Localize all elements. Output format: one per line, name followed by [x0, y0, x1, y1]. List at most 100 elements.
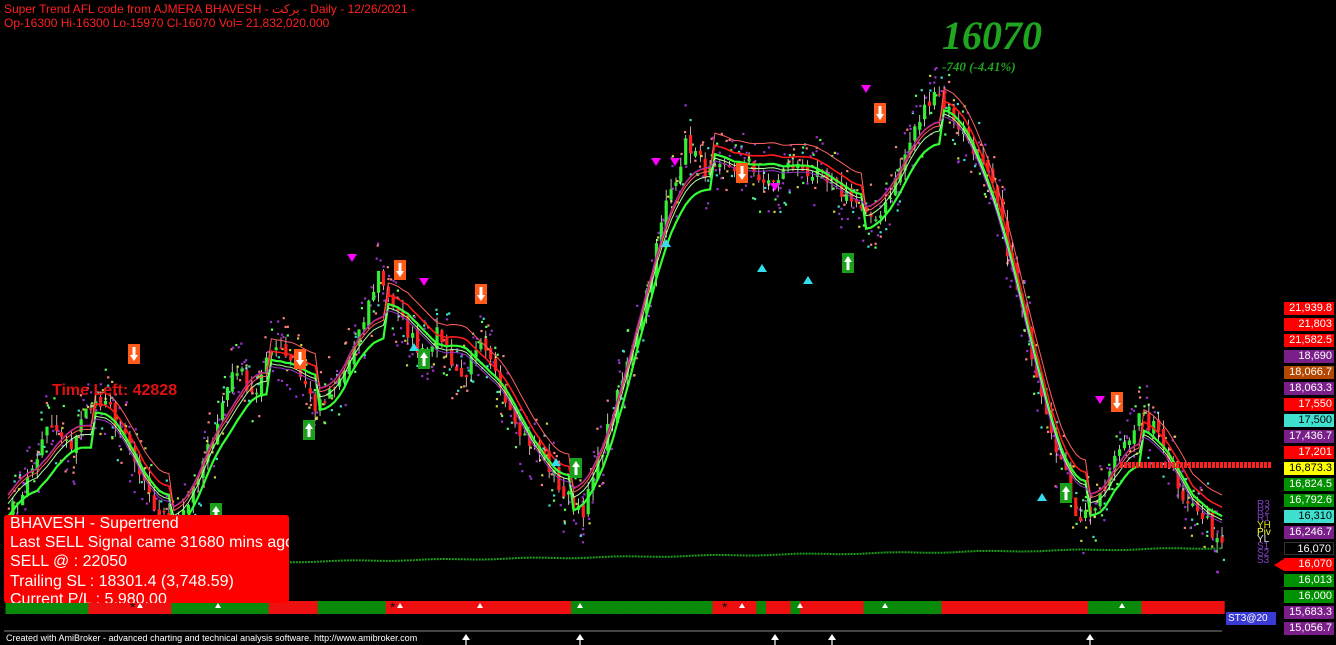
trend-bar-segment — [532, 601, 538, 614]
scatter-dot — [726, 170, 729, 173]
scatter-dot — [72, 471, 75, 474]
trend-bar-segment — [956, 601, 962, 614]
trend-bar-segment — [658, 601, 665, 614]
scatter-dot — [7, 507, 10, 510]
scatter-dot — [445, 373, 448, 377]
candle-body — [918, 122, 922, 130]
scatter-dot — [656, 236, 660, 239]
scatter-dot — [394, 281, 398, 284]
scatter-dot — [676, 179, 679, 183]
scatter-dot — [579, 479, 582, 482]
scatter-dot — [707, 202, 710, 205]
scatter-dot — [984, 143, 987, 146]
scatter-dot — [248, 365, 251, 368]
scatter-dot — [718, 151, 721, 154]
scatter-dot — [1106, 467, 1109, 470]
scatter-dot — [876, 234, 880, 237]
info-title: BHAVESH - Supertrend — [10, 515, 179, 532]
scatter-dot — [879, 231, 882, 234]
scatter-dot — [821, 142, 824, 145]
scatter-dot — [856, 189, 859, 192]
scatter-dot — [266, 350, 270, 354]
scatter-dot — [788, 189, 791, 192]
scatter-dot — [952, 99, 956, 102]
scatter-dot — [852, 206, 855, 209]
trend-bar-segment — [536, 601, 543, 614]
scatter-dot — [1189, 527, 1192, 530]
scatter-dot — [324, 383, 327, 386]
trend-bar-segment — [1034, 601, 1040, 614]
trend-bar-segment — [1175, 601, 1181, 614]
scatter-dot — [496, 390, 499, 394]
scatter-dot — [1080, 539, 1083, 542]
scatter-dot — [1023, 280, 1026, 283]
scatter-dot — [1145, 385, 1149, 388]
scatter-dot — [740, 188, 744, 192]
scatter-dot — [763, 151, 766, 154]
status-chip: ST3@20 — [1226, 612, 1276, 625]
trend-bar-segment — [1058, 601, 1064, 614]
scatter-dot — [716, 188, 719, 191]
scatter-dot — [852, 210, 855, 214]
scatter-dot — [599, 425, 603, 428]
trend-bar-segment — [678, 601, 684, 614]
scatter-dot — [1001, 185, 1004, 189]
scatter-dot — [426, 377, 429, 380]
trend-bar-segment — [1190, 601, 1196, 614]
scatter-dot — [552, 499, 556, 502]
trend-bar-segment — [332, 601, 338, 614]
scatter-dot — [289, 349, 292, 352]
scatter-dot — [354, 370, 357, 373]
scatter-dot — [235, 343, 238, 347]
scatter-dot — [479, 315, 482, 318]
scatter-dot — [788, 191, 791, 194]
scatter-dot — [551, 489, 554, 492]
scatter-dot — [33, 462, 36, 465]
trend-bar-segment — [605, 601, 611, 614]
scatter-dot — [798, 158, 801, 162]
scatter-dot — [95, 408, 98, 412]
trend-bar-segment — [600, 601, 606, 614]
candle-body — [752, 161, 756, 173]
trend-bar-segment — [1219, 601, 1225, 614]
scatter-dot — [819, 138, 822, 142]
scatter-dot — [1200, 488, 1203, 492]
scatter-dot — [733, 146, 736, 149]
scatter-dot — [933, 81, 936, 84]
trend-bar-segment — [595, 601, 601, 614]
scatter-dot — [956, 102, 959, 106]
scatter-dot — [124, 403, 128, 406]
scatter-dot — [1023, 329, 1026, 332]
scatter-dot — [277, 320, 280, 323]
candle-body — [669, 189, 673, 200]
scatter-dot — [442, 372, 445, 375]
scatter-dot — [215, 457, 219, 461]
scatter-dot — [833, 210, 836, 213]
scatter-dot — [500, 412, 503, 416]
scatter-dot — [1049, 452, 1052, 456]
scatter-dot — [130, 474, 134, 477]
trend-bar-segment — [688, 601, 694, 614]
scatter-dot — [983, 193, 986, 196]
scatter-dot — [667, 195, 670, 198]
candle-body — [1181, 490, 1185, 501]
scatter-dot — [258, 370, 261, 373]
scatter-dot — [743, 156, 746, 160]
scatter-dot — [271, 370, 275, 373]
price-scale-tag: 18,066.7 — [1284, 366, 1334, 379]
scatter-dot — [300, 343, 303, 347]
scatter-dot — [940, 76, 943, 79]
scatter-dot — [18, 476, 21, 479]
trend-bar-segment — [848, 601, 855, 614]
scatter-dot — [506, 427, 509, 430]
trend-bar-segment — [809, 601, 816, 614]
scatter-dot — [1025, 358, 1028, 361]
scatter-dot — [251, 420, 254, 423]
trend-bar-segment — [834, 601, 840, 614]
chart-window[interactable]: * * * Super Trend AFL code from AJMERA BHA… — [0, 0, 1336, 645]
trend-bar-segment — [546, 601, 552, 614]
scatter-dot — [14, 474, 17, 477]
scatter-dot — [413, 316, 416, 319]
magenta-triangle-icon — [861, 85, 871, 93]
candle-body — [927, 101, 932, 106]
